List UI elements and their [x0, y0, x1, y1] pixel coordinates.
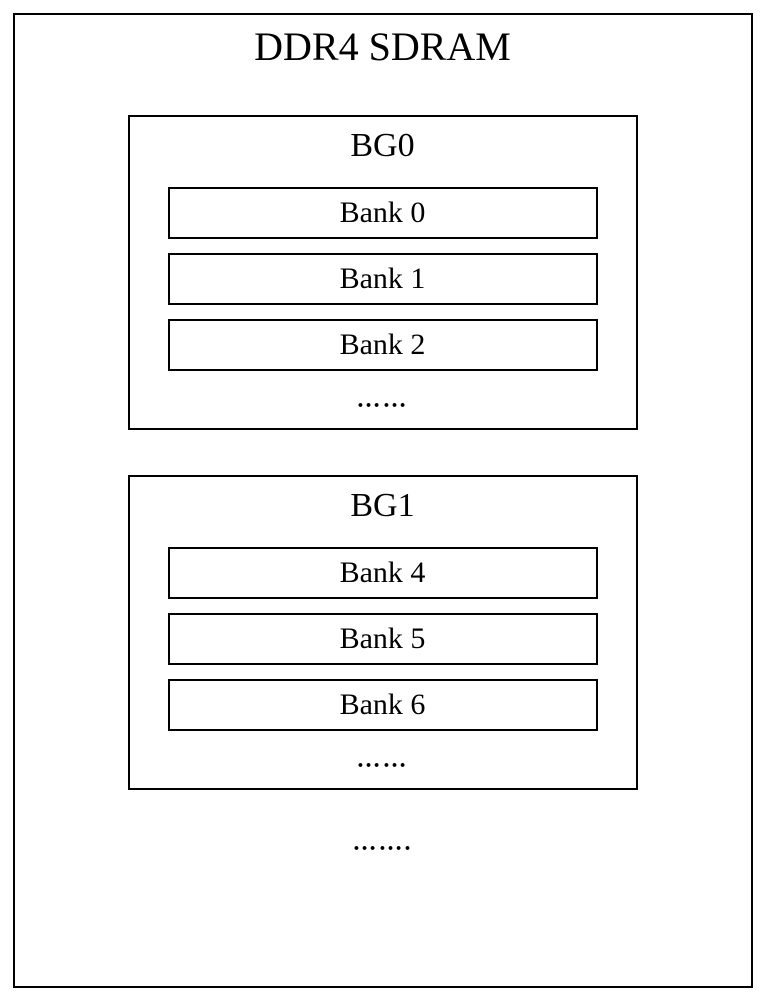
- bg1-title: BG1: [350, 487, 414, 525]
- bank-row: Bank 2: [168, 319, 598, 371]
- bank-group-bg1: BG1 Bank 4 Bank 5 Bank 6 ……: [128, 475, 638, 790]
- bottom-ellipsis: …….: [353, 830, 413, 857]
- bg0-title: BG0: [350, 127, 414, 165]
- bank-row: Bank 1: [168, 253, 598, 305]
- main-title: DDR4 SDRAM: [254, 23, 511, 70]
- bank-row: Bank 6: [168, 679, 598, 731]
- bank-row: Bank 0: [168, 187, 598, 239]
- bank-row: Bank 5: [168, 613, 598, 665]
- ellipsis: ……: [357, 387, 409, 414]
- ddr4-sdram-container: DDR4 SDRAM BG0 Bank 0 Bank 1 Bank 2 …… B…: [13, 13, 753, 988]
- ellipsis: ……: [357, 747, 409, 774]
- bank-row: Bank 4: [168, 547, 598, 599]
- bank-group-bg0: BG0 Bank 0 Bank 1 Bank 2 ……: [128, 115, 638, 430]
